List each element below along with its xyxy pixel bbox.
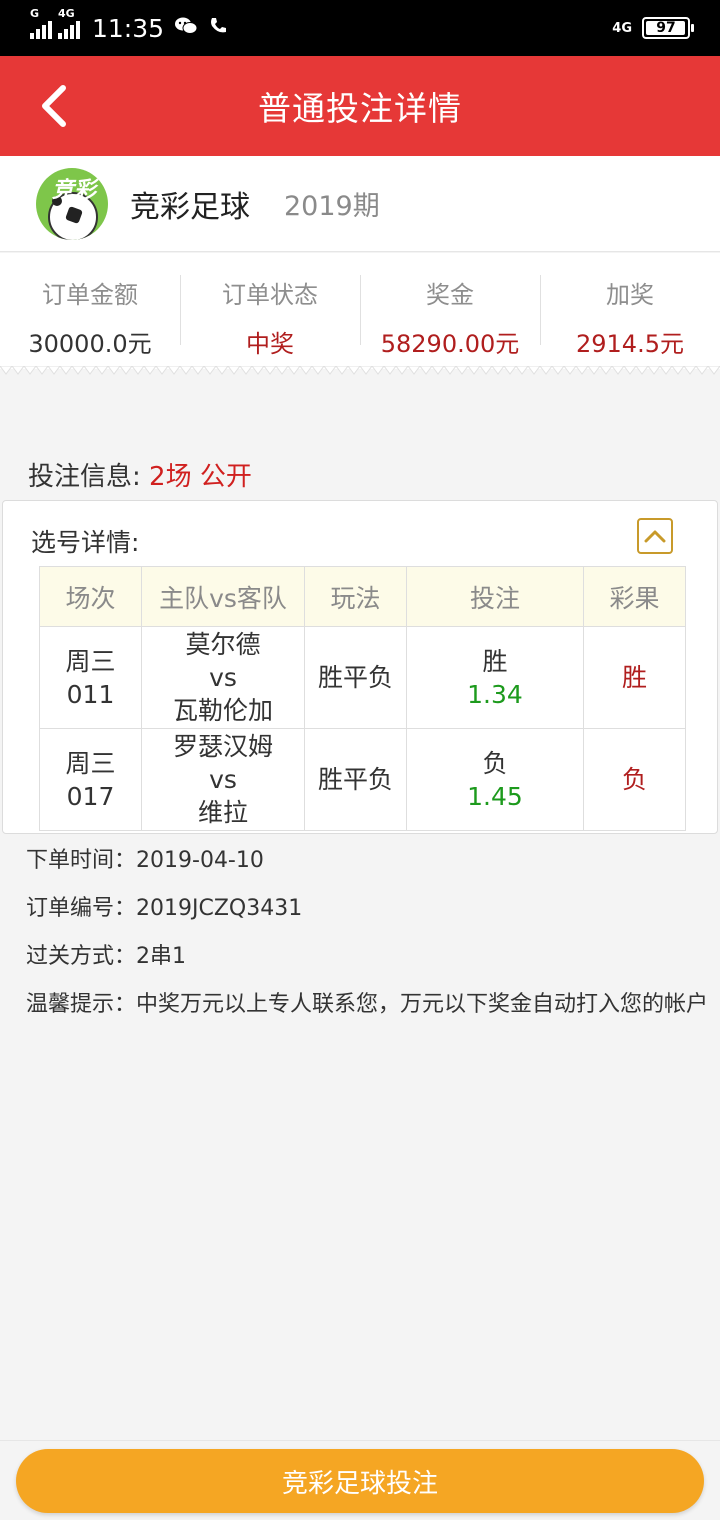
chevron-left-icon	[42, 85, 66, 127]
signal-tag: 4G	[58, 7, 75, 20]
lottery-logo: 竞彩	[36, 167, 108, 240]
stat-label: 奖金	[426, 281, 474, 309]
selection-detail-panel: 选号详情: 场次 主队vs客队 玩法 投注 彩果 周三 011 莫尔德 vs 瓦…	[2, 500, 718, 834]
clock: 11:35	[92, 13, 165, 43]
play-type-cell: 胜平负	[304, 626, 407, 729]
result-cell: 胜	[583, 626, 686, 729]
signal-tag: G	[30, 7, 40, 20]
bet-info-matches: 2场	[149, 462, 192, 492]
battery-level: 97	[656, 20, 676, 36]
table-header-row: 场次 主队vs客队 玩法 投注 彩果	[39, 566, 686, 627]
stat-value: 中奖	[246, 330, 294, 358]
pick-odds: 1.34	[467, 679, 523, 709]
table-row: 周三 017 罗瑟汉姆 vs 维拉 胜平负 负 1.45 负	[39, 728, 686, 831]
stat-order-amount: 订单金额 30000.0元	[0, 253, 180, 369]
stat-value: 30000.0元	[28, 330, 152, 358]
column-header: 玩法	[304, 566, 407, 627]
teams-cell: 罗瑟汉姆 vs 维拉	[141, 728, 305, 831]
chevron-up-icon	[644, 530, 666, 543]
bet-info: 投注信息: 2场 公开	[28, 456, 252, 493]
signal-icon: 4G	[58, 7, 80, 39]
vs-label: vs	[209, 663, 237, 692]
order-id-value: 2019JCZQ3431	[136, 896, 303, 921]
back-button[interactable]	[26, 78, 82, 134]
match-day: 周三	[65, 646, 116, 676]
pass-type-label: 过关方式：	[26, 944, 137, 969]
home-team: 罗瑟汉姆	[172, 732, 273, 761]
stat-label: 订单金额	[42, 281, 138, 309]
result-cell: 负	[583, 728, 686, 831]
detail-title: 选号详情:	[31, 528, 140, 557]
tip-line: 温馨提示： 中奖万元以上专人联系您，万元以下奖金自动打入您的帐户	[26, 992, 716, 1018]
zigzag-divider	[0, 366, 720, 375]
status-bar: G 4G 11:35 4G 97	[0, 0, 720, 56]
collapse-button[interactable]	[637, 518, 673, 554]
phone-icon	[208, 16, 228, 41]
selection-table: 场次 主队vs客队 玩法 投注 彩果 周三 011 莫尔德 vs 瓦勒伦加 胜平…	[39, 566, 686, 831]
order-id-line: 订单编号： 2019JCZQ3431	[26, 896, 716, 922]
order-info: 下单时间： 2019-04-10 订单编号： 2019JCZQ3431 过关方式…	[26, 848, 716, 1040]
bet-info-label: 投注信息:	[28, 462, 141, 492]
network-indicator: 4G	[612, 20, 632, 36]
tip-value: 中奖万元以上专人联系您，万元以下奖金自动打入您的帐户	[136, 992, 709, 1017]
column-header: 彩果	[583, 566, 686, 627]
stat-value: 2914.5元	[576, 330, 684, 358]
bet-now-button[interactable]: 竞彩足球投注	[16, 1449, 704, 1513]
bottom-bar: 竞彩足球投注	[0, 1440, 720, 1520]
match-number-cell: 周三 011	[39, 626, 142, 729]
match-number: 017	[66, 781, 115, 811]
pass-type-value: 2串1	[136, 944, 187, 969]
logo-text: 竞彩	[52, 177, 97, 203]
bet-info-visibility: 公开	[199, 462, 252, 492]
pick-cell: 负 1.45	[406, 728, 584, 831]
away-team: 瓦勒伦加	[172, 696, 273, 725]
order-time-line: 下单时间： 2019-04-10	[26, 848, 716, 874]
home-team: 莫尔德	[185, 630, 261, 659]
table-row: 周三 011 莫尔德 vs 瓦勒伦加 胜平负 胜 1.34 胜	[39, 626, 686, 729]
play-type-cell: 胜平负	[304, 728, 407, 831]
teams-cell: 莫尔德 vs 瓦勒伦加	[141, 626, 305, 729]
lottery-issue: 2019期	[284, 191, 380, 222]
stat-label: 加奖	[606, 281, 654, 309]
column-header: 主队vs客队	[141, 566, 305, 627]
vs-label: vs	[209, 765, 237, 794]
tip-label: 温馨提示：	[26, 992, 137, 1017]
pick-option: 负	[482, 748, 508, 778]
battery-icon: 97	[642, 17, 694, 39]
page-title: 普通投注详情	[258, 89, 462, 128]
stat-label: 订单状态	[222, 281, 318, 309]
pick-odds: 1.45	[467, 781, 523, 811]
wechat-icon	[174, 16, 198, 41]
stat-order-status: 订单状态 中奖	[180, 253, 360, 369]
pick-cell: 胜 1.34	[406, 626, 584, 729]
app-header: 普通投注详情	[0, 56, 720, 156]
stat-bonus: 加奖 2914.5元	[540, 253, 720, 369]
stat-prize: 奖金 58290.00元	[360, 253, 540, 369]
order-id-label: 订单编号：	[26, 896, 137, 921]
match-day: 周三	[65, 748, 116, 778]
lottery-name: 竞彩足球	[130, 189, 250, 225]
stat-value: 58290.00元	[380, 330, 520, 358]
lottery-row: 竞彩 竞彩足球 2019期	[0, 156, 720, 252]
column-header: 投注	[406, 566, 584, 627]
match-number-cell: 周三 017	[39, 728, 142, 831]
column-header: 场次	[39, 566, 142, 627]
signal-icon: G	[30, 7, 52, 39]
order-time-value: 2019-04-10	[136, 848, 264, 873]
order-time-label: 下单时间：	[26, 848, 137, 873]
order-stats: 订单金额 30000.0元 订单状态 中奖 奖金 58290.00元 加奖 29…	[0, 253, 720, 369]
match-number: 011	[66, 679, 115, 709]
away-team: 维拉	[197, 798, 248, 827]
pick-option: 胜	[482, 646, 508, 676]
pass-type-line: 过关方式： 2串1	[26, 944, 716, 970]
